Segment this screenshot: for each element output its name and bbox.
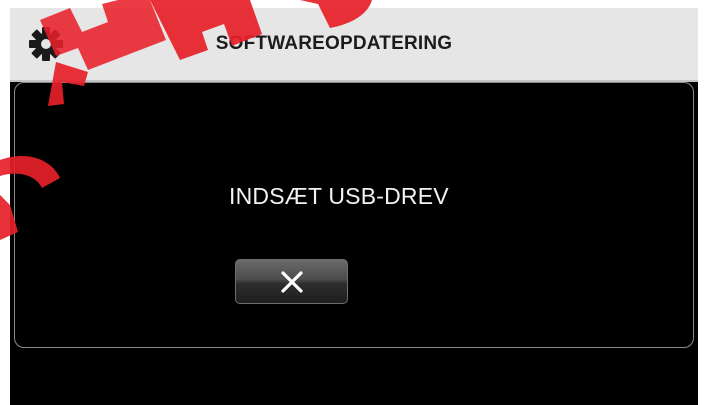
device-screen: SOFTWAREOPDATERING INDSÆT USB-DREV — [10, 8, 698, 405]
insert-usb-dialog: INDSÆT USB-DREV — [14, 82, 694, 348]
dialog-message: INDSÆT USB-DREV — [229, 183, 449, 209]
close-icon — [281, 271, 303, 293]
header-bar: SOFTWAREOPDATERING — [10, 8, 698, 82]
page-title: SOFTWAREOPDATERING — [215, 33, 453, 54]
cancel-button[interactable] — [235, 259, 348, 304]
